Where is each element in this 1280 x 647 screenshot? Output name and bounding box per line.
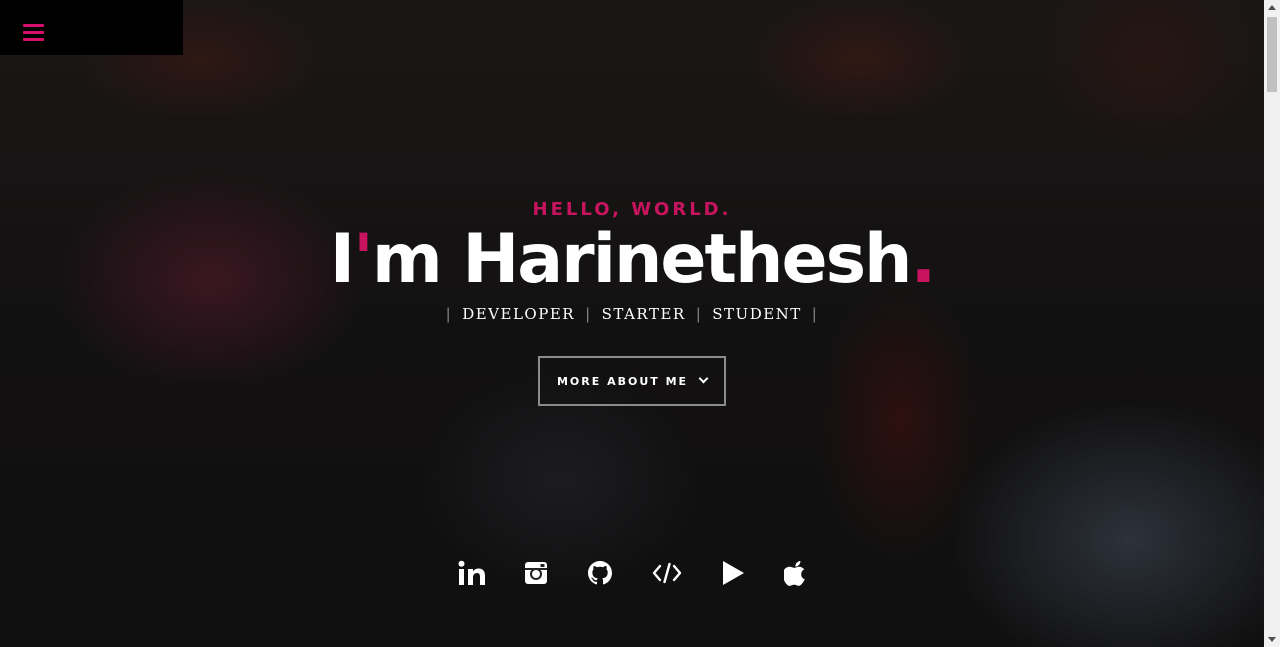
hero-name: I'm Harinethesh. (0, 220, 1264, 300)
role-developer: DEVELOPER (462, 305, 576, 323)
play-store-icon[interactable] (719, 556, 747, 590)
instagram-icon[interactable] (522, 556, 550, 590)
scroll-up-arrow-icon[interactable] (1268, 5, 1276, 10)
more-about-me-label: MORE ABOUT ME (556, 374, 689, 388)
role-student: STUDENT (712, 305, 802, 323)
role-separator: | (811, 305, 819, 323)
scroll-thumb[interactable] (1267, 17, 1277, 92)
social-links (0, 556, 1264, 590)
hero-greeting: HELLO, WORLD. (532, 199, 732, 220)
name-dot: . (910, 220, 936, 299)
hero-section: HELLO, WORLD. I'm Harinethesh. | DEVELOPE… (0, 0, 1264, 647)
roles-line: | DEVELOPER | STARTER | STUDENT | (0, 305, 1264, 323)
apple-icon[interactable] (782, 556, 810, 590)
code-icon[interactable] (650, 556, 684, 590)
role-separator: | (695, 305, 703, 323)
name-prefix: I (329, 220, 355, 299)
role-separator: | (585, 305, 592, 323)
role-starter: STARTER (601, 305, 686, 323)
name-text: m Harinethesh (371, 220, 913, 299)
chevron-down-icon (698, 373, 709, 384)
github-icon[interactable] (586, 556, 614, 590)
linkedin-icon[interactable] (456, 556, 488, 590)
name-apostrophe: ' (353, 220, 374, 299)
page-scrollbar[interactable] (1264, 0, 1280, 647)
more-about-me-button[interactable]: MORE ABOUT ME (538, 356, 726, 406)
scroll-down-arrow-icon[interactable] (1268, 637, 1276, 642)
role-separator: | (445, 305, 453, 323)
